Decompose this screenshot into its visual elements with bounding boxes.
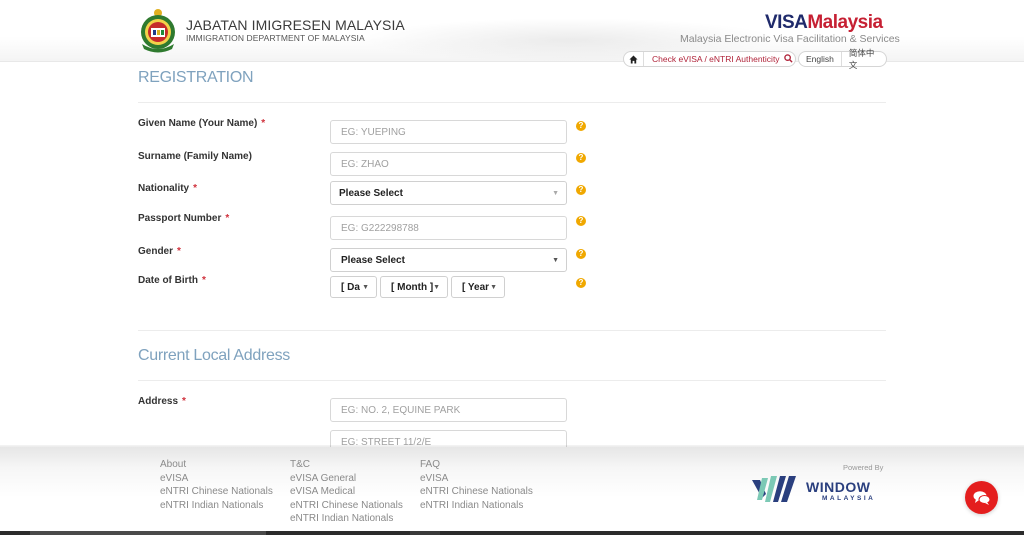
footer-link[interactable]: eVISA Medical: [290, 485, 403, 499]
chevron-down-icon: ▼: [552, 257, 559, 264]
nationality-select[interactable]: Please Select ▼: [330, 181, 567, 205]
brand-malaysia: Malaysia: [807, 12, 883, 33]
passport-number-label: Passport Number *: [138, 213, 230, 224]
home-button[interactable]: [624, 52, 644, 66]
footer-link[interactable]: eNTRI Indian Nationals: [420, 499, 533, 513]
address-heading: Current Local Address: [138, 347, 291, 364]
footer-heading-tc[interactable]: T&C: [290, 458, 403, 472]
immigration-crest-logo[interactable]: [136, 6, 180, 54]
address-label: Address *: [138, 396, 186, 407]
chevron-down-icon: ▼: [433, 284, 440, 291]
lang-english-button[interactable]: English: [799, 52, 841, 66]
given-name-input[interactable]: [330, 120, 567, 144]
window-malaysia-logo-icon[interactable]: [752, 474, 798, 504]
passport-number-input[interactable]: [330, 216, 567, 240]
given-name-label: Given Name (Your Name) *: [138, 118, 266, 129]
surname-label: Surname (Family Name): [138, 151, 252, 162]
powered-by-label: Powered By: [843, 463, 884, 472]
help-icon[interactable]: ?: [576, 249, 586, 259]
footer-link[interactable]: eNTRI Indian Nationals: [290, 512, 403, 526]
help-icon[interactable]: ?: [576, 185, 586, 195]
footer-link[interactable]: eNTRI Chinese Nationals: [160, 485, 273, 499]
date-of-birth-label: Date of Birth *: [138, 275, 206, 286]
footer-column-about: About eVISA eNTRI Chinese Nationals eNTR…: [160, 458, 273, 512]
divider: [138, 102, 886, 103]
divider: [138, 380, 886, 381]
divider: [138, 330, 886, 331]
help-icon[interactable]: ?: [576, 278, 586, 288]
registration-heading: REGISTRATION: [138, 69, 254, 86]
chevron-down-icon: ▼: [552, 190, 559, 197]
site-header: JABATAN IMIGRESEN MALAYSIA IMMIGRATION D…: [0, 0, 1024, 70]
gender-label: Gender *: [138, 246, 181, 257]
footer-link[interactable]: eNTRI Chinese Nationals: [420, 485, 533, 499]
surname-input[interactable]: [330, 152, 567, 176]
chevron-down-icon: ▼: [490, 284, 497, 291]
partner-subname: MALAYSIA: [822, 495, 876, 502]
footer-heading-about[interactable]: About: [160, 458, 273, 472]
footer-column-tc: T&C eVISA General eVISA Medical eNTRI Ch…: [290, 458, 403, 526]
footer-link[interactable]: eVISA: [160, 472, 273, 486]
brand-visa: VISA: [765, 12, 808, 33]
taskbar: [0, 531, 1024, 535]
address-line1-input[interactable]: [330, 398, 567, 422]
footer-link[interactable]: eNTRI Indian Nationals: [160, 499, 273, 513]
help-icon[interactable]: ?: [576, 153, 586, 163]
footer-heading-faq[interactable]: FAQ: [420, 458, 533, 472]
chat-button[interactable]: [965, 481, 998, 514]
footer-link[interactable]: eVISA General: [290, 472, 403, 486]
language-switcher: English 简体中文: [798, 48, 887, 70]
chat-bubbles-icon: [973, 490, 990, 505]
help-icon[interactable]: ?: [576, 216, 586, 226]
footer-column-faq: FAQ eVISA eNTRI Chinese Nationals eNTRI …: [420, 458, 533, 512]
lang-chinese-button[interactable]: 简体中文: [840, 48, 886, 70]
dob-month-select[interactable]: [ Month ] ▼: [380, 276, 448, 298]
footer-link[interactable]: eNTRI Chinese Nationals: [290, 499, 403, 513]
search-icon[interactable]: [783, 53, 793, 65]
authenticity-nav: Check eVISA / eNTRI Authenticity: [623, 51, 796, 67]
visa-malaysia-logo[interactable]: VISAMalaysia: [765, 12, 883, 34]
dob-year-select[interactable]: [ Year ▼: [451, 276, 505, 298]
footer-link[interactable]: eVISA: [420, 472, 533, 486]
page: JABATAN IMIGRESEN MALAYSIA IMMIGRATION D…: [0, 0, 1024, 535]
brand-tagline: Malaysia Electronic Visa Facilitation & …: [680, 33, 900, 45]
nationality-label: Nationality *: [138, 183, 198, 194]
help-icon[interactable]: ?: [576, 121, 586, 131]
chevron-down-icon: ▼: [362, 284, 369, 291]
dob-day-select[interactable]: [ Da ▼: [330, 276, 377, 298]
department-title: JABATAN IMIGRESEN MALAYSIA: [186, 17, 405, 33]
home-icon: [629, 54, 638, 64]
department-subtitle: IMMIGRATION DEPARTMENT OF MALAYSIA: [186, 33, 365, 43]
gender-select[interactable]: Please Select ▼: [330, 248, 567, 272]
partner-name: WINDOW: [806, 479, 871, 495]
check-authenticity-link[interactable]: Check eVISA / eNTRI Authenticity: [644, 54, 780, 64]
